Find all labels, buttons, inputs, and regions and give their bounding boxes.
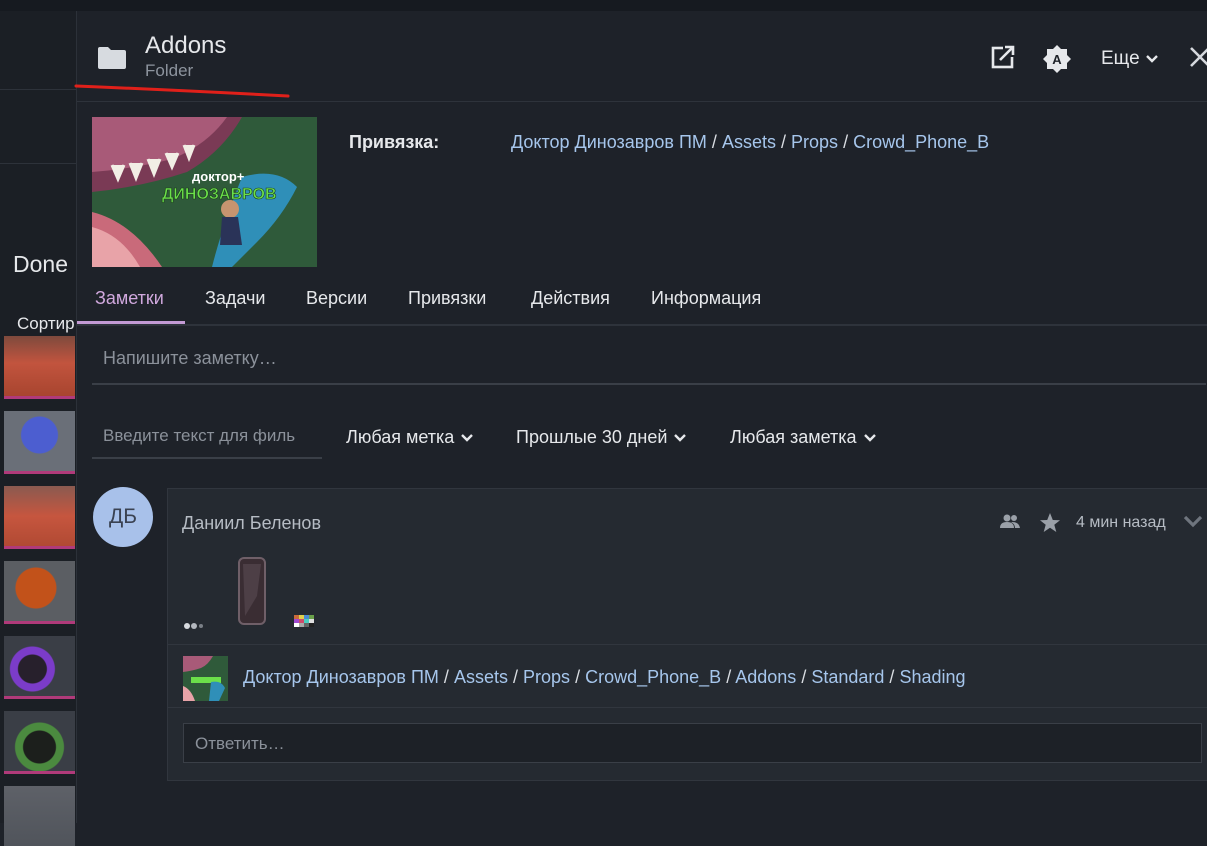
path-link[interactable]: Crowd_Phone_B [585,667,721,687]
chevron-down-icon[interactable] [1183,515,1203,534]
breadcrumb-link[interactable]: Доктор Динозавров ПМ [511,132,707,152]
filter-text-input[interactable] [101,425,320,447]
reply-container [183,723,1202,763]
tab-activity[interactable]: Действия [531,288,610,309]
tab-tasks[interactable]: Задачи [205,288,265,309]
avatar: ДБ [93,487,153,547]
divider [168,644,1207,645]
chevron-down-icon [863,433,876,442]
period-filter-label: Прошлые 30 дней [516,427,668,447]
open-external-icon[interactable] [990,44,1016,75]
tag-filter-dropdown[interactable]: Любая метка [346,427,474,448]
divider [0,163,76,164]
chevron-down-icon [674,433,687,442]
path-thumbnail [183,656,228,701]
folder-icon [96,45,128,76]
tab-bar: Заметки Задачи Версии Привязки Действия … [77,276,1207,326]
list-thumbnail[interactable] [4,336,75,399]
note-input[interactable] [101,347,1195,370]
more-menu-button[interactable]: Еще [1101,48,1158,70]
tab-info[interactable]: Информация [651,288,761,309]
breadcrumb: Доктор Динозавров ПМ / Assets / Props / … [511,132,989,153]
phone-attachment-icon[interactable] [237,556,269,626]
breadcrumb-separator: / [711,132,717,152]
chevron-down-icon [1145,55,1158,63]
period-filter-dropdown[interactable]: Прошлые 30 дней [516,427,687,448]
path-separator: / [801,667,807,687]
note-card: Даниил Беленов 4 мин назад Доктор Диноза… [167,488,1207,781]
tab-bindings[interactable]: Привязки [408,288,486,309]
path-link[interactable]: Standard [811,667,884,687]
breadcrumb-separator: / [780,132,786,152]
path-link[interactable]: Props [523,667,570,687]
tag-filter-label: Любая метка [346,427,455,447]
users-icon[interactable] [999,512,1021,535]
list-thumbnail[interactable] [4,561,75,624]
reply-input[interactable] [193,733,1187,755]
close-icon[interactable] [1188,45,1207,74]
list-thumbnail[interactable] [4,786,75,846]
path-separator: / [575,667,581,687]
path-link[interactable]: Addons [735,667,796,687]
note-entity-path: Доктор Динозавров ПМ / Assets / Props / … [243,667,966,688]
tab-notes[interactable]: Заметки [95,288,164,309]
list-thumbnail[interactable] [4,711,75,774]
note-type-filter-dropdown[interactable]: Любая заметка [730,427,876,448]
sort-button[interactable]: Сортир [17,314,75,334]
path-separator: / [512,667,518,687]
tab-versions[interactable]: Версии [306,288,367,309]
breadcrumb-link[interactable]: Crowd_Phone_B [853,132,989,152]
status-heading: Done [13,251,68,277]
note-composer [92,339,1206,385]
svg-text:A: A [1052,52,1062,67]
path-link[interactable]: Доктор Динозавров ПМ [243,667,439,687]
list-thumbnail[interactable] [4,486,75,549]
chevron-down-icon [461,433,474,442]
panel-header: Addons Folder A Еще [74,11,1207,102]
note-author: Даниил Беленов [182,513,322,533]
breadcrumb-link[interactable]: Assets [722,132,776,152]
breadcrumb-separator: / [843,132,849,152]
star-icon[interactable] [1039,512,1061,539]
filter-text-container [92,417,322,459]
detail-panel: Addons Folder A Еще доктор+ ДИНОЗАВРОВ П… [74,11,1207,823]
list-thumbnail[interactable] [4,636,75,699]
path-link[interactable]: Shading [899,667,965,687]
page-title: Addons [145,32,227,59]
path-separator: / [889,667,895,687]
top-strip [0,0,1207,11]
annotation-underline [74,84,290,98]
note-timestamp: 4 мин назад [1076,514,1166,531]
active-tab-indicator [77,321,185,324]
note-type-filter-label: Любая заметка [730,427,857,447]
preview-thumbnail: доктор+ ДИНОЗАВРОВ [92,117,317,267]
divider [168,707,1207,708]
path-link[interactable]: Assets [454,667,508,687]
preview-logo-main: ДИНОЗАВРОВ [162,186,277,203]
preview-logo-top: доктор+ [192,169,245,184]
color-chart-attachment-icon[interactable] [294,615,316,631]
theme-auto-icon[interactable]: A [1042,44,1072,79]
more-menu-label: Еще [1101,48,1140,69]
attachment-icon[interactable] [183,621,207,631]
list-thumbnail[interactable] [4,411,75,474]
divider [0,89,76,90]
binding-label: Привязка: [349,132,440,152]
path-separator: / [726,667,732,687]
breadcrumb-link[interactable]: Props [791,132,838,152]
path-separator: / [443,667,449,687]
